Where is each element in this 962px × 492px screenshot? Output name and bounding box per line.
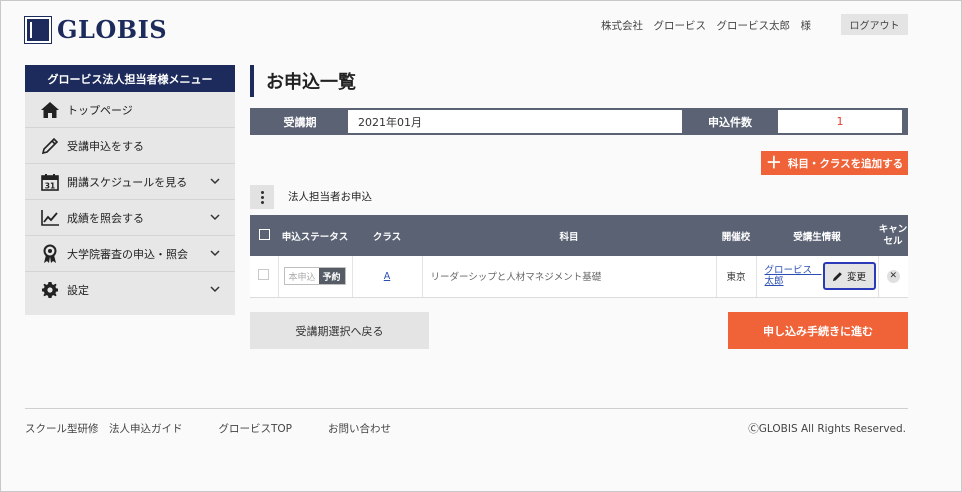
gear-icon [39,280,61,300]
chart-icon [39,208,61,228]
subject-cell: リーダーシップと人材マネジメント基礎 [422,256,717,298]
add-button-label: 科目・クラスを追加する [787,157,904,170]
table-row: 本申込 予約 A リーダーシップと人材マネジメント基礎 東京 グロービス 太郎 … [250,256,908,298]
header-status: 申込ステータス [278,215,352,256]
app-frame: GLOBIS 株式会社 グロービス グロービス太郎 様 ログアウト グロービス法… [0,0,962,492]
period-value: 2021年01月 [348,110,682,133]
proceed-button[interactable]: 申し込み手続きに進む [728,312,908,349]
pencil-icon [39,136,61,156]
sidebar-item-grades[interactable]: 成績を照会する [25,200,235,236]
application-table: 申込ステータス クラス 科目 開催校 受講生情報 キャンセル 本申込 予約 A … [250,215,908,298]
close-icon[interactable]: ✕ [886,269,900,283]
logo-text: GLOBIS [57,15,168,44]
header-student: 受講生情報 [756,215,878,256]
info-bar: 受講期 2021年01月 申込件数 1 [250,108,908,135]
sidebar-item-top-page[interactable]: トップページ [25,92,235,128]
page-title: お申込一覧 [250,65,356,97]
copyright: ⒸGLOBIS All Rights Reserved. [748,423,906,435]
user-name-label: 株式会社 グロービス グロービス太郎 様 [601,20,811,32]
pencil-icon [832,271,842,281]
chevron-down-icon[interactable] [209,283,221,295]
footer-divider [25,408,908,409]
student-name-link[interactable]: グロービス 太郎 [765,265,822,287]
status-toggle[interactable]: 本申込 予約 [284,267,346,286]
edit-label: 変更 [846,272,866,284]
footer-links: スクール型研修 法人申込ガイド グロービスTOP お問い合わせ [25,421,427,436]
home-icon [39,100,61,120]
calendar-icon: 31 [39,172,61,192]
sidebar-item-apply[interactable]: 受講申込をする [25,128,235,164]
sidebar-item-label: 受講申込をする [67,139,144,153]
chevron-down-icon[interactable] [209,211,221,223]
chevron-down-icon[interactable] [209,175,221,187]
add-subject-class-button[interactable]: ＋ 科目・クラスを追加する [761,151,908,175]
sidebar-item-settings[interactable]: 設定 [25,272,235,308]
sidebar-item-label: 設定 [67,284,89,297]
chevron-down-icon[interactable] [209,247,221,259]
venue-cell: 東京 [716,256,757,298]
row-checkbox[interactable] [258,269,270,281]
calendar-day-text: 31 [45,181,55,190]
select-all-header [250,215,278,256]
header-class: クラス [352,215,422,256]
class-link[interactable]: A [384,271,391,282]
footer-link-contact[interactable]: お問い合わせ [328,421,391,436]
student-cell: グロービス 太郎 変更 [756,256,879,298]
kebab-menu-icon[interactable] [250,185,274,209]
plus-icon: ＋ [765,153,782,172]
cancel-cell: ✕ [878,256,908,298]
globis-logo[interactable]: GLOBIS [24,15,168,44]
count-label: 申込件数 [708,115,752,129]
back-to-period-button[interactable]: 受講期選択へ戻る [250,312,429,349]
header-subject: 科目 [422,215,716,256]
select-all-checkbox[interactable] [258,228,270,240]
status-option-main[interactable]: 本申込 [285,268,319,285]
header-cancel: キャンセル [878,215,908,256]
status-option-reserve[interactable]: 予約 [318,268,345,285]
sidebar-item-schedule[interactable]: 31 開講スケジュールを見る [25,164,235,200]
edit-button[interactable]: 変更 [822,262,876,291]
sidebar-item-graduate-review[interactable]: 大学院審査の申込・照会 [25,236,235,272]
count-value: 1 [778,110,902,133]
sidebar-menu: グロービス法人担当者様メニュー トップページ 受講申込をする 31 開講スケジュ… [25,65,235,315]
sidebar-item-label: 成績を照会する [67,211,144,225]
sidebar-item-label: 開講スケジュールを見る [67,175,188,189]
globis-logo-mark [24,15,52,44]
class-cell: A [352,256,423,298]
header-venue: 開催校 [716,215,756,256]
award-icon [39,244,61,264]
footer-link-top[interactable]: グロービスTOP [219,421,293,436]
footer-link-guide[interactable]: スクール型研修 法人申込ガイド [25,421,183,436]
row-checkbox-cell [250,256,279,298]
table-header-row: 申込ステータス クラス 科目 開催校 受講生情報 キャンセル [250,215,908,256]
sidebar-title: グロービス法人担当者様メニュー [25,65,235,92]
sidebar-item-label: トップページ [67,103,133,117]
sidebar-item-label: 大学院審査の申込・照会 [67,247,188,261]
period-label: 受講期 [283,115,317,129]
section-label: 法人担当者お申込 [288,191,372,203]
status-cell: 本申込 予約 [278,256,353,298]
logout-button[interactable]: ログアウト [841,14,908,35]
